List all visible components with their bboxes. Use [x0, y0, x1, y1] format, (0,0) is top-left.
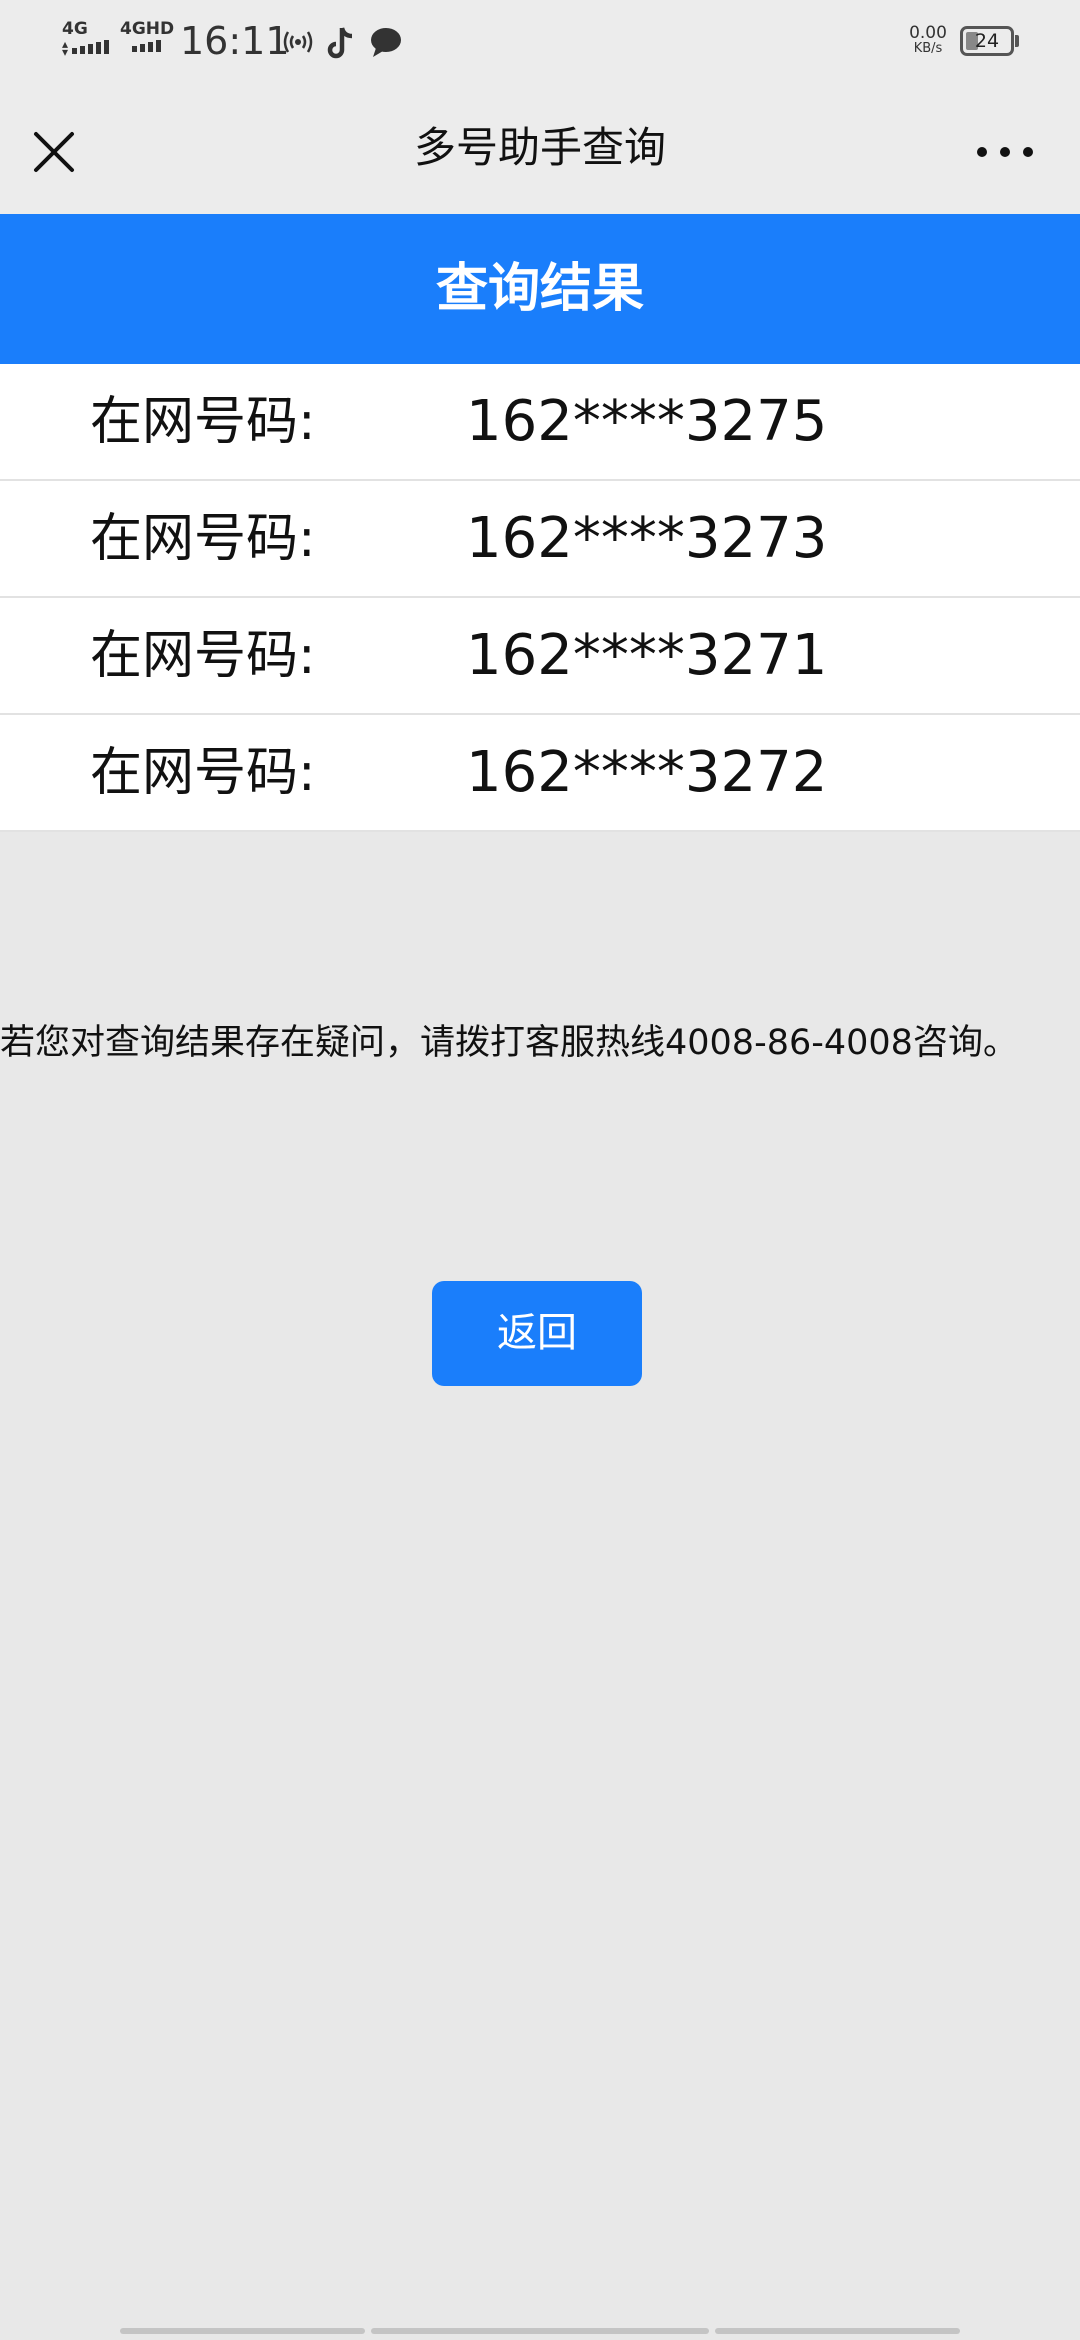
back-button[interactable]: 返回: [432, 1281, 642, 1386]
row-label: 在网号码:: [90, 509, 316, 569]
phone-number: 162****3271: [466, 623, 828, 688]
result-row: 在网号码: 162****3272: [0, 715, 1080, 832]
row-label: 在网号码:: [90, 626, 316, 686]
speed-value: 0.00: [909, 23, 947, 43]
battery-level: 24: [974, 30, 1000, 52]
result-row: 在网号码: 162****3273: [0, 481, 1080, 598]
speed-unit: KB/s: [913, 41, 943, 56]
network-speed: 0.00 KB/s: [900, 24, 956, 56]
result-row: 在网号码: 162****3271: [0, 598, 1080, 715]
battery-tip: [1015, 35, 1019, 47]
result-header: 查询结果: [0, 214, 1080, 364]
network-type-2: 4GHD: [120, 19, 175, 39]
phone-number: 162****3273: [466, 506, 828, 571]
tiktok-icon: [326, 22, 356, 62]
row-label: 在网号码:: [90, 392, 316, 452]
nav-indicator-center: [371, 2328, 709, 2334]
nav-indicator-right: [715, 2328, 960, 2334]
network-type-1: 4G: [62, 19, 88, 39]
hotspot-icon: [280, 22, 316, 62]
title-bar: 多号助手查询: [0, 84, 1080, 214]
more-icon: [977, 147, 1033, 157]
status-time: 16:11: [180, 19, 290, 63]
data-arrows-icon: ▴ ▾: [62, 37, 69, 59]
phone-number: 162****3272: [466, 740, 828, 805]
message-icon: [368, 22, 404, 62]
close-button[interactable]: [24, 122, 84, 182]
phone-number: 162****3275: [466, 389, 828, 454]
result-list: 在网号码: 162****3275 在网号码: 162****3273 在网号码…: [0, 364, 1080, 832]
battery-icon: 24: [960, 26, 1014, 56]
help-notice: 若您对查询结果存在疑问，请拨打客服热线4008-86-4008咨询。: [0, 1023, 1018, 1063]
nav-indicator-left: [120, 2328, 365, 2334]
row-label: 在网号码:: [90, 743, 316, 803]
close-icon: [34, 132, 74, 172]
result-row: 在网号码: 162****3275: [0, 364, 1080, 481]
status-bar: 4G ▴ ▾ 4GHD 16:11 0.00 KB/s 24: [0, 0, 1080, 84]
page-title: 多号助手查询: [413, 123, 666, 172]
more-options-button[interactable]: [970, 122, 1040, 182]
